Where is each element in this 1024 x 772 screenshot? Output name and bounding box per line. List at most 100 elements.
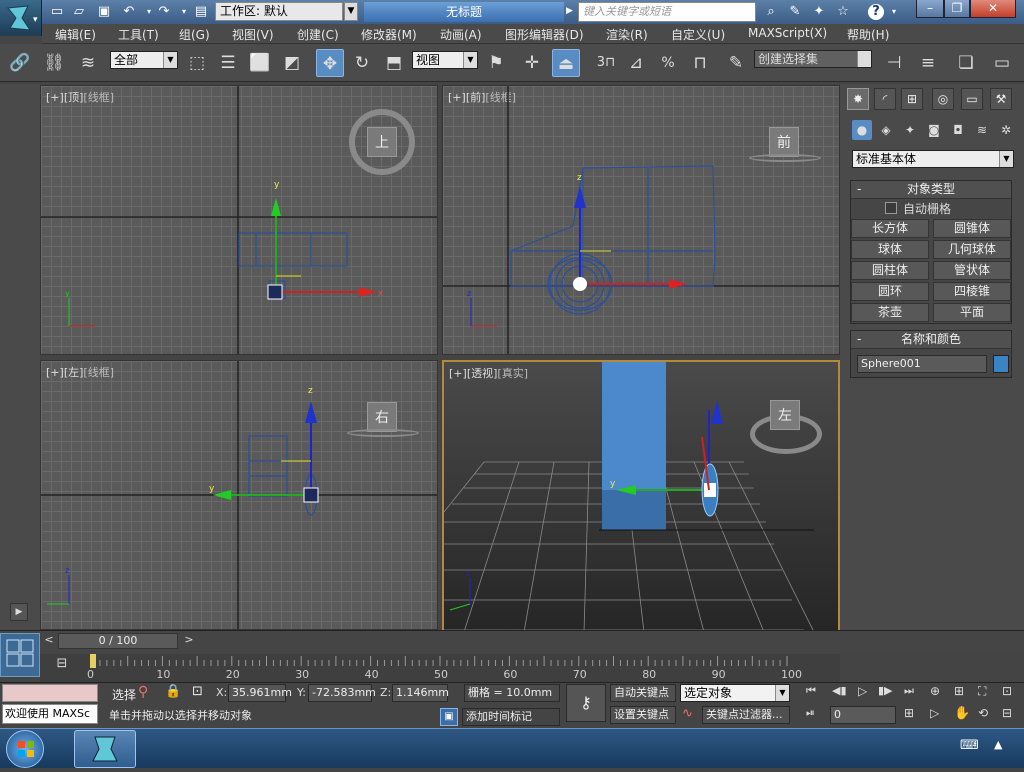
- snap-toggle-icon[interactable]: 3⊓: [592, 49, 620, 77]
- spinner-snap-icon[interactable]: ⊓: [686, 49, 714, 77]
- next-key-icon[interactable]: ▮▶: [878, 684, 896, 697]
- select-by-name-icon[interactable]: ☰: [214, 49, 242, 77]
- current-frame-field[interactable]: 0: [830, 706, 896, 724]
- keyboard-tray-icon[interactable]: ⌨: [960, 738, 979, 753]
- align-icon[interactable]: ≡: [914, 49, 942, 77]
- edit-named-selection-icon[interactable]: ✎: [722, 49, 750, 77]
- menu-edit[interactable]: 编辑(E): [55, 26, 96, 43]
- welcome-text-field[interactable]: 欢迎使用 MAXSc: [2, 704, 98, 724]
- angle-snap-icon[interactable]: ⊿: [622, 49, 650, 77]
- graphite-tools-icon[interactable]: ▭: [988, 49, 1016, 77]
- sphere-button[interactable]: 球体: [851, 240, 929, 259]
- key-filters-button[interactable]: 关键点过滤器...: [702, 706, 790, 724]
- key-icon[interactable]: ⚷: [566, 684, 606, 722]
- maximize-button[interactable]: ❐: [944, 0, 970, 18]
- teapot-button[interactable]: 茶壶: [851, 303, 929, 322]
- minimize-button[interactable]: –: [916, 0, 944, 18]
- create-tab-icon[interactable]: ✸: [847, 88, 869, 110]
- zoom-extents-all-icon[interactable]: ⊡: [1002, 684, 1012, 698]
- undo-icon[interactable]: ↶: [120, 3, 138, 21]
- new-file-icon[interactable]: ▭: [48, 3, 66, 21]
- menu-rendering[interactable]: 渲染(R): [606, 26, 648, 43]
- rectangle-selection-icon[interactable]: ⬜: [246, 49, 274, 77]
- menu-group[interactable]: 组(G): [179, 26, 210, 43]
- utilities-tab-icon[interactable]: ⚒: [990, 88, 1012, 110]
- rollout-header[interactable]: - 对象类型: [851, 181, 1011, 199]
- viewcube-icon[interactable]: 左: [770, 400, 800, 430]
- menu-animation[interactable]: 动画(A): [440, 26, 482, 43]
- workspace-dropdown[interactable]: 工作区: 默认: [215, 2, 343, 21]
- menu-tools[interactable]: 工具(T): [118, 26, 159, 43]
- x-coordinate-field[interactable]: 35.961mm: [228, 684, 292, 702]
- favorite-star-icon[interactable]: ☆: [834, 3, 852, 21]
- viewport-front[interactable]: [+][前][线框] z z 前: [442, 85, 840, 355]
- unlink-icon[interactable]: ⛓: [40, 49, 68, 77]
- zoom-icon[interactable]: ⊕: [930, 684, 940, 698]
- play-icon[interactable]: ▷: [858, 684, 874, 698]
- link-icon[interactable]: 🔗: [6, 49, 34, 77]
- viewcube-icon[interactable]: 右: [367, 402, 397, 432]
- geosphere-button[interactable]: 几何球体: [933, 240, 1011, 259]
- pyramid-button[interactable]: 四棱锥: [933, 282, 1011, 301]
- community-icon[interactable]: ✦: [810, 3, 828, 21]
- taskbar-3dsmax-button[interactable]: [74, 730, 136, 768]
- cylinder-button[interactable]: 圆柱体: [851, 261, 929, 280]
- pan-view-icon[interactable]: ✋: [954, 706, 970, 721]
- display-tab-icon[interactable]: ▭: [961, 88, 983, 110]
- hierarchy-tab-icon[interactable]: ⊞: [901, 88, 923, 110]
- redo-icon[interactable]: ↷: [155, 3, 173, 21]
- named-selection-set-dropdown[interactable]: 创建选择集 ▼: [754, 50, 872, 68]
- go-to-end-icon[interactable]: ⏭: [904, 684, 920, 698]
- object-name-field[interactable]: Sphere001: [857, 355, 987, 373]
- expand-panel-button[interactable]: ▶: [10, 603, 28, 621]
- zoom-extents-icon[interactable]: ⛶: [978, 684, 986, 699]
- tube-button[interactable]: 管状体: [933, 261, 1011, 280]
- viewport-layout-icon[interactable]: [0, 633, 40, 677]
- reference-coordinate-dropdown[interactable]: 视图 ▼: [412, 51, 478, 69]
- previous-key-icon[interactable]: ◀▮: [832, 684, 848, 697]
- maxscript-listener-mini[interactable]: [2, 684, 98, 702]
- selected-object-dropdown[interactable]: 选定对象 ▼: [680, 684, 790, 702]
- save-file-icon[interactable]: ▣: [95, 3, 113, 21]
- viewcube-ring-icon[interactable]: [347, 429, 419, 437]
- field-of-view-icon[interactable]: ▷: [930, 706, 939, 720]
- cone-button[interactable]: 圆锥体: [933, 219, 1011, 238]
- space-warps-icon[interactable]: ≋: [972, 120, 992, 140]
- viewport-perspective[interactable]: [+][透视][真实] y z 左: [442, 360, 840, 632]
- viewcube-icon[interactable]: 前: [769, 127, 799, 157]
- menu-help[interactable]: 帮助(H): [847, 26, 889, 43]
- menu-maxscript[interactable]: MAXScript(X): [748, 26, 827, 40]
- maximize-viewport-icon[interactable]: ⊟: [1002, 706, 1012, 720]
- geometry-icon[interactable]: ●: [852, 120, 872, 140]
- next-frame-icon[interactable]: >: [182, 633, 196, 649]
- current-frame-marker[interactable]: [90, 654, 96, 668]
- lock-selection-icon[interactable]: 🔒: [165, 684, 181, 699]
- isolate-selection-icon[interactable]: ⚲: [138, 684, 148, 700]
- autogrid-checkbox[interactable]: [885, 202, 897, 214]
- menu-view[interactable]: 视图(V): [232, 26, 274, 43]
- absolute-mode-icon[interactable]: ⊡: [192, 684, 203, 699]
- viewport-left[interactable]: [+][左][线框] y z z 右: [40, 360, 438, 630]
- box-button[interactable]: 长方体: [851, 219, 929, 238]
- torus-button[interactable]: 圆环: [851, 282, 929, 301]
- viewcube-icon[interactable]: 上: [367, 127, 397, 157]
- pivot-center-icon[interactable]: ⚑: [482, 49, 510, 77]
- window-crossing-icon[interactable]: ◩: [278, 49, 306, 77]
- key-mode-icon[interactable]: ⏯: [806, 706, 822, 720]
- app-logo-button[interactable]: ▾: [0, 0, 42, 36]
- helpers-icon[interactable]: ◘: [948, 120, 968, 140]
- menu-modifiers[interactable]: 修改器(M): [361, 26, 417, 43]
- keyboard-shortcut-override-icon[interactable]: ⏏: [552, 49, 580, 77]
- selection-filter-dropdown[interactable]: 全部 ▼: [110, 51, 178, 69]
- menu-customize[interactable]: 自定义(U): [671, 26, 725, 43]
- lights-icon[interactable]: ✦: [900, 120, 920, 140]
- orbit-icon[interactable]: ⟲: [978, 706, 988, 720]
- y-coordinate-field[interactable]: -72.583mm: [308, 684, 376, 702]
- modify-tab-icon[interactable]: ◜: [874, 88, 896, 110]
- chevron-down-icon[interactable]: ▼: [344, 2, 358, 21]
- search-input[interactable]: 键入关键字或短语: [578, 2, 756, 22]
- manipulate-icon[interactable]: ✛: [518, 49, 546, 77]
- menu-create[interactable]: 创建(C): [297, 26, 339, 43]
- previous-frame-icon[interactable]: <: [42, 633, 56, 649]
- add-time-tag-button[interactable]: 添加时间标记: [462, 708, 560, 726]
